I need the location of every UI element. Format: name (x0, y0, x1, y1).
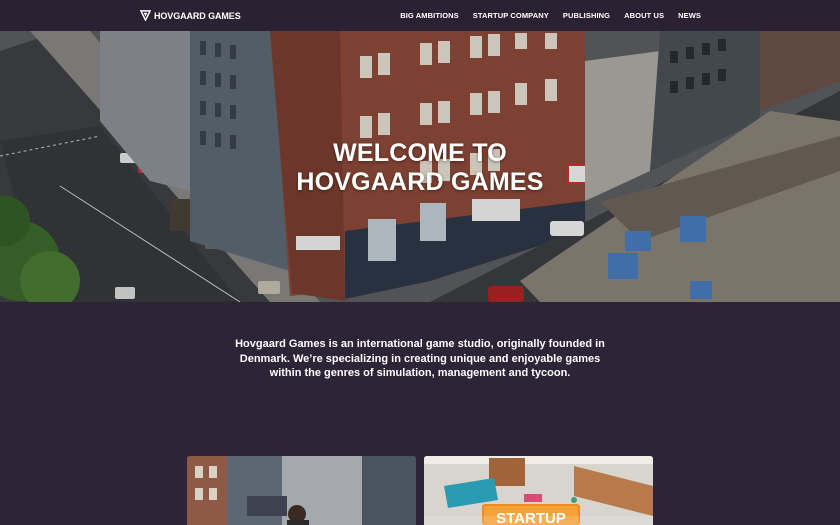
hero-title-line-1: WELCOME TO (333, 139, 507, 167)
hero-title-line-2: HOVGAARD GAMES (296, 168, 544, 196)
logo[interactable]: HOVGAARD GAMES (140, 10, 241, 21)
game-card-startup-company[interactable]: STARTUP (424, 456, 653, 525)
hero-title: WELCOME TO HOVGAARD GAMES (0, 139, 840, 197)
nav-item-startup-company[interactable]: STARTUP COMPANY (473, 11, 549, 20)
nav-item-news[interactable]: NEWS (678, 11, 701, 20)
nav-item-publishing[interactable]: PUBLISHING (563, 11, 610, 20)
hero-banner: WELCOME TO HOVGAARD GAMES (0, 31, 840, 302)
logo-icon (140, 10, 151, 21)
main-menu: BIG AMBITIONS STARTUP COMPANY PUBLISHING… (386, 0, 701, 31)
intro-paragraph: Hovgaard Games is an international game … (235, 338, 605, 379)
game-card-big-ambitions[interactable] (187, 456, 416, 525)
big-ambitions-image (187, 456, 416, 525)
top-navbar: HOVGAARD GAMES BIG AMBITIONS STARTUP COM… (0, 0, 840, 31)
startup-company-image: STARTUP (424, 456, 653, 525)
logo-text: HOVGAARD GAMES (154, 10, 241, 21)
nav-item-about-us[interactable]: ABOUT US (624, 11, 664, 20)
nav-item-big-ambitions[interactable]: BIG AMBITIONS (400, 11, 459, 20)
